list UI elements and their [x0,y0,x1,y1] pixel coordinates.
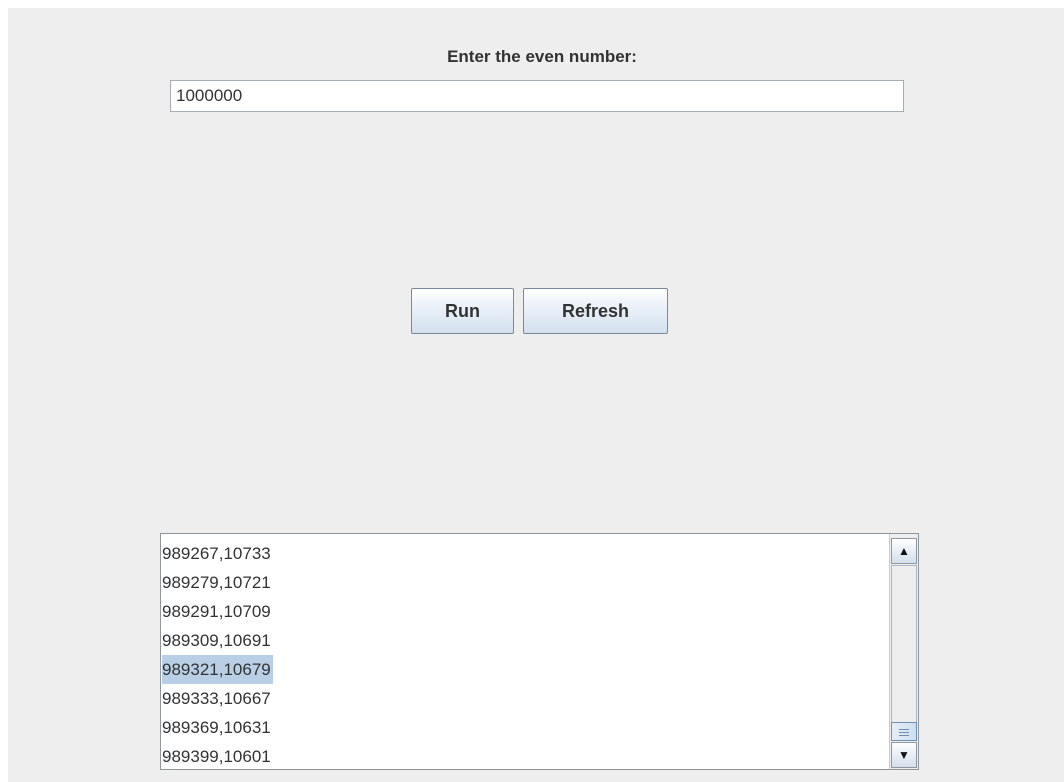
list-item-text: 989321,10679 [162,655,273,684]
list-item[interactable]: 989369,10631 [161,713,888,742]
grip-lines-icon [899,732,909,733]
list-item-text: 989267,10733 [162,544,271,563]
grip-lines-icon [899,735,909,736]
list-item-text: 989369,10631 [162,718,271,737]
list-item-text: 989399,10601 [162,747,271,766]
scroll-down-button[interactable]: ▼ [891,742,917,768]
list-item-text: 989333,10667 [162,689,271,708]
list-item[interactable]: 989309,10691 [161,626,888,655]
list-item-text: 989309,10691 [162,631,271,650]
results-list-items: 989267,10733 989279,10721 989291,10709 9… [161,539,888,769]
list-item-selected[interactable]: 989321,10679 [161,655,888,684]
list-item[interactable]: 989399,10601 [161,742,888,769]
even-number-input[interactable] [170,80,904,112]
triangle-down-icon: ▼ [898,748,910,762]
scroll-track[interactable] [891,565,917,741]
list-item[interactable]: 989291,10709 [161,597,888,626]
vertical-scrollbar[interactable]: ▲ ▼ [889,534,918,769]
prompt-label: Enter the even number: [447,47,637,66]
grip-lines-icon [899,729,909,730]
run-button[interactable]: Run [411,288,514,334]
list-item[interactable]: 989279,10721 [161,568,888,597]
triangle-up-icon: ▲ [898,544,910,558]
list-item[interactable]: 989333,10667 [161,684,888,713]
refresh-button[interactable]: Refresh [523,288,668,334]
list-item-text: 989291,10709 [162,602,271,621]
scroll-up-button[interactable]: ▲ [891,538,917,564]
results-list[interactable]: 989267,10733 989279,10721 989291,10709 9… [160,533,919,770]
list-item-text: 989279,10721 [162,573,271,592]
list-item[interactable]: 989267,10733 [161,539,888,568]
scroll-thumb[interactable] [891,722,917,741]
